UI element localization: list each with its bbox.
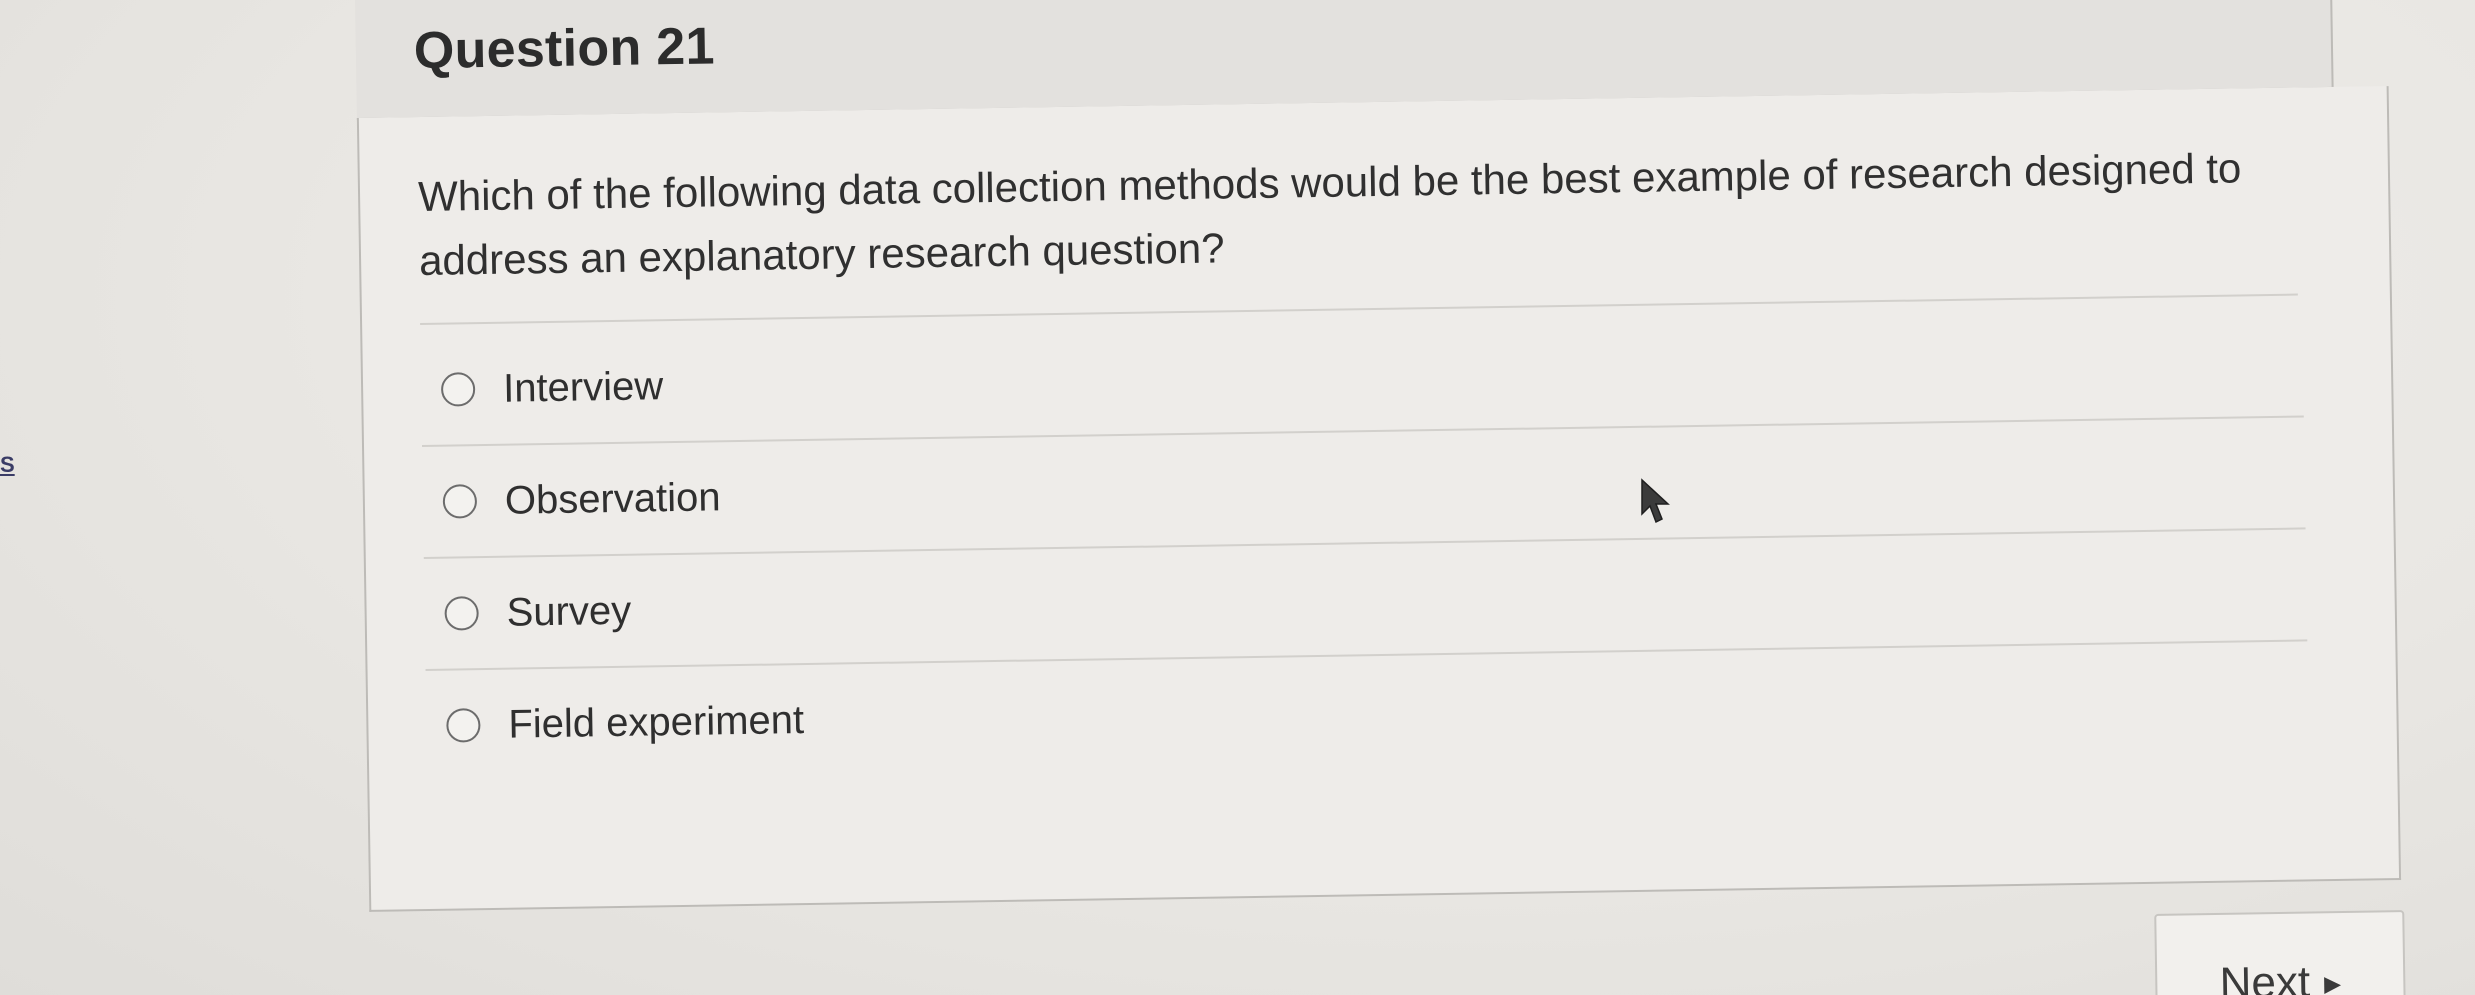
option-label[interactable]: Observation (505, 475, 721, 523)
next-button[interactable]: Next ▶ (2154, 910, 2406, 995)
question-body: Which of the following data collection m… (356, 86, 2402, 912)
radio-button[interactable] (446, 708, 481, 743)
radio-button[interactable] (440, 372, 476, 407)
radio-button[interactable] (442, 484, 478, 519)
option-label[interactable]: Field experiment (508, 698, 804, 748)
question-text: Which of the following data collection m… (417, 144, 2242, 285)
triangle-right-icon: ▶ (2323, 971, 2342, 995)
option-label[interactable]: Survey (506, 588, 631, 635)
answer-options: Interview Observation Survey Field exper… (420, 305, 2309, 781)
edge-nav-mark[interactable]: S (0, 452, 15, 478)
mouse-pointer-icon (1641, 478, 1670, 524)
question-title: Question 21 (413, 17, 716, 81)
radio-button[interactable] (444, 596, 479, 631)
option-label[interactable]: Interview (503, 364, 664, 412)
question-card: Question 21 Which of the following data … (355, 0, 2409, 912)
next-button-label[interactable]: Next (2219, 958, 2310, 995)
quiz-page: S Question 21 Which of the following dat… (0, 0, 2475, 995)
